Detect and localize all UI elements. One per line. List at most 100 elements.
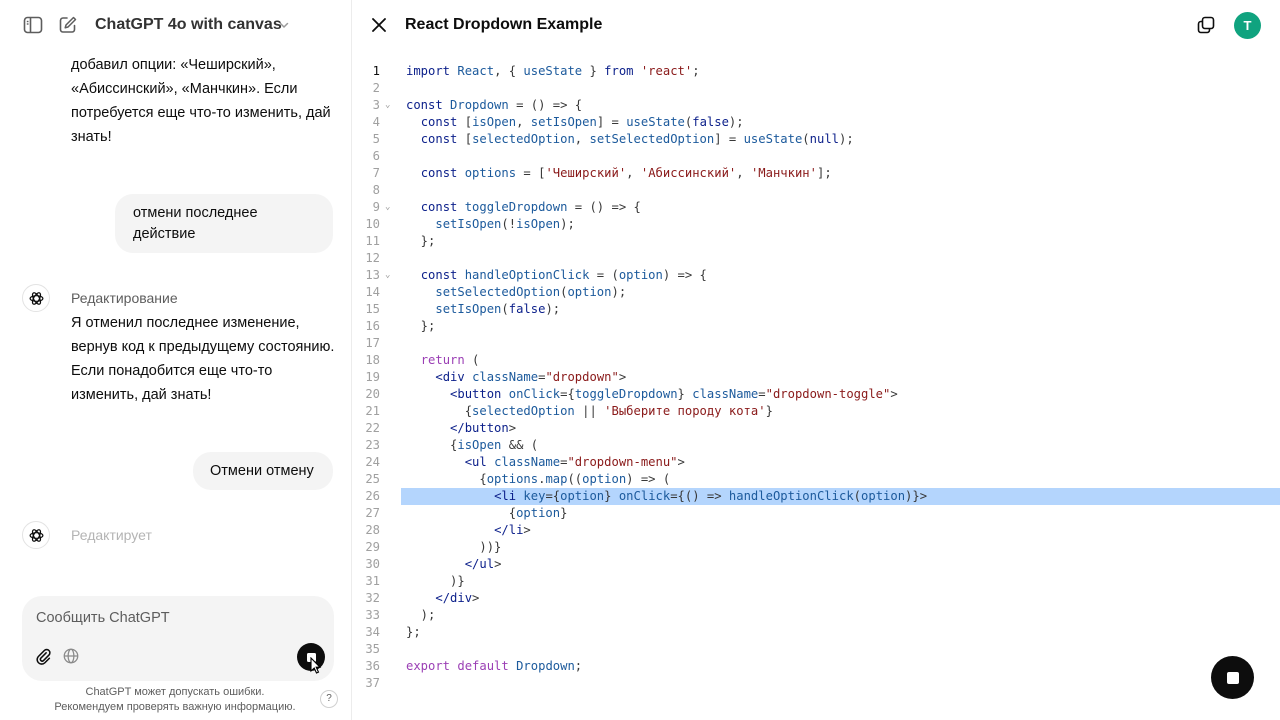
code-text: {selectedOption || 'Выберите породу кота… xyxy=(406,404,773,418)
openai-logo-icon xyxy=(22,284,50,312)
code-line[interactable]: 24 <ul className="dropdown-menu"> xyxy=(352,454,1280,471)
code-line[interactable]: 26 <li key={option} onClick={() => handl… xyxy=(352,488,1280,505)
line-number: 34 xyxy=(365,625,380,639)
fold-chevron-icon[interactable]: ⌄ xyxy=(385,97,395,114)
line-number: 30 xyxy=(365,557,380,571)
code-line[interactable]: 36 export default Dropdown; xyxy=(352,658,1280,675)
code-text: import React, { useState } from 'react'; xyxy=(406,64,700,78)
copy-icon[interactable] xyxy=(1196,15,1216,35)
code-text: setIsOpen(false); xyxy=(435,302,561,316)
canvas-panel: React Dropdown Example T 1 import React, … xyxy=(352,0,1280,720)
code-line[interactable]: 8 xyxy=(352,182,1280,199)
avatar[interactable]: T xyxy=(1234,12,1261,39)
code-line[interactable]: 10 setIsOpen(!isOpen); xyxy=(352,216,1280,233)
chat-header: ChatGPT 4o with canvas xyxy=(0,0,352,50)
code-line[interactable]: 37 xyxy=(352,675,1280,692)
code-text: {options.map((option) => ( xyxy=(406,472,671,486)
editing-status-label[interactable]: Редактирование xyxy=(71,290,178,306)
code-line[interactable]: 20 <button onClick={toggleDropdown} clas… xyxy=(352,386,1280,403)
code-line[interactable]: 2 xyxy=(352,80,1280,97)
code-text: const options = ['Чеширский', 'Абиссинск… xyxy=(420,166,832,180)
line-number: 11 xyxy=(365,234,380,248)
code-text: </ul> xyxy=(464,557,502,571)
code-text: <button onClick={toggleDropdown} classNa… xyxy=(450,387,898,401)
line-number: 4 xyxy=(372,115,380,129)
line-number: 19 xyxy=(365,370,380,384)
line-number: 2 xyxy=(372,81,380,95)
code-line[interactable]: 21 {selectedOption || 'Выберите породу к… xyxy=(352,403,1280,420)
code-line[interactable]: 35 xyxy=(352,641,1280,658)
line-number: 8 xyxy=(372,183,380,197)
code-line[interactable]: 5 const [selectedOption, setSelectedOpti… xyxy=(352,131,1280,148)
code-line[interactable]: 31 )} xyxy=(352,573,1280,590)
code-line[interactable]: 17 xyxy=(352,335,1280,352)
new-chat-icon[interactable] xyxy=(57,14,79,36)
code-text: setSelectedOption(option); xyxy=(435,285,627,299)
line-number: 7 xyxy=(372,166,380,180)
user-message: отмени последнее действие xyxy=(115,194,333,253)
user-message: Отмени отмену xyxy=(193,452,333,490)
code-line[interactable]: 16 }; xyxy=(352,318,1280,335)
model-selector[interactable]: ChatGPT 4o with canvas xyxy=(95,16,282,34)
openai-logo-icon xyxy=(22,521,50,549)
code-text: <li key={option} onClick={() => handleOp… xyxy=(494,489,928,503)
code-line[interactable]: 9 ⌄ const toggleDropdown = () => { xyxy=(352,199,1280,216)
line-number: 9 xyxy=(372,200,380,214)
mouse-cursor-icon xyxy=(310,657,322,674)
disclaimer-text: ChatGPT может допускать ошибки. Рекоменд… xyxy=(54,686,296,713)
code-text: export default Dropdown; xyxy=(406,659,583,673)
stop-button[interactable] xyxy=(1211,656,1254,699)
code-line[interactable]: 6 xyxy=(352,148,1280,165)
code-line[interactable]: 14 setSelectedOption(option); xyxy=(352,284,1280,301)
paperclip-icon[interactable] xyxy=(32,645,54,667)
chevron-down-icon[interactable] xyxy=(278,19,290,31)
message-input[interactable] xyxy=(36,610,316,626)
code-line[interactable]: 34}; xyxy=(352,624,1280,641)
code-line[interactable]: 13 ⌄ const handleOptionClick = (option) =… xyxy=(352,267,1280,284)
code-line[interactable]: 11 }; xyxy=(352,233,1280,250)
code-line[interactable]: 7 const options = ['Чеширский', 'Абиссин… xyxy=(352,165,1280,182)
code-text: const [isOpen, setIsOpen] = useState(fal… xyxy=(420,115,744,129)
line-number: 25 xyxy=(365,472,380,486)
line-number: 35 xyxy=(365,642,380,656)
message-composer[interactable] xyxy=(22,596,334,681)
help-button[interactable]: ? xyxy=(320,690,338,708)
code-line[interactable]: 25 {options.map((option) => ( xyxy=(352,471,1280,488)
globe-icon[interactable] xyxy=(60,645,82,667)
fold-chevron-icon[interactable]: ⌄ xyxy=(385,267,395,284)
line-number: 36 xyxy=(365,659,380,673)
code-text: const Dropdown = () => { xyxy=(406,98,583,112)
code-line[interactable]: 33 ); xyxy=(352,607,1280,624)
code-text: ))} xyxy=(406,540,502,554)
code-line[interactable]: 1 import React, { useState } from 'react'… xyxy=(352,63,1280,80)
editing-status-label: Редактирует xyxy=(71,527,152,543)
line-number: 31 xyxy=(365,574,380,588)
code-line[interactable]: 30 </ul> xyxy=(352,556,1280,573)
line-number: 16 xyxy=(365,319,380,333)
code-text: <div className="dropdown"> xyxy=(435,370,627,384)
code-line[interactable]: 18 return ( xyxy=(352,352,1280,369)
code-line[interactable]: 23 {isOpen && ( xyxy=(352,437,1280,454)
code-editor[interactable]: 1 import React, { useState } from 'react'… xyxy=(352,63,1280,692)
code-text: </div> xyxy=(435,591,480,605)
line-number: 12 xyxy=(365,251,380,265)
code-line[interactable]: 15 setIsOpen(false); xyxy=(352,301,1280,318)
code-text: const toggleDropdown = () => { xyxy=(420,200,641,214)
code-line[interactable]: 4 const [isOpen, setIsOpen] = useState(f… xyxy=(352,114,1280,131)
code-line[interactable]: 3 ⌄ const Dropdown = () => { xyxy=(352,97,1280,114)
code-text: <ul className="dropdown-menu"> xyxy=(464,455,685,469)
code-line[interactable]: 27 {option} xyxy=(352,505,1280,522)
code-line[interactable]: 19 <div className="dropdown"> xyxy=(352,369,1280,386)
line-number: 26 xyxy=(365,489,380,503)
line-number: 14 xyxy=(365,285,380,299)
code-line[interactable]: 12 xyxy=(352,250,1280,267)
close-icon[interactable] xyxy=(370,16,388,34)
fold-chevron-icon[interactable]: ⌄ xyxy=(385,199,395,216)
code-line[interactable]: 28 </li> xyxy=(352,522,1280,539)
sidebar-toggle-icon[interactable] xyxy=(22,14,44,36)
code-line[interactable]: 22 </button> xyxy=(352,420,1280,437)
line-number: 22 xyxy=(365,421,380,435)
code-line[interactable]: 29 ))} xyxy=(352,539,1280,556)
code-text: const [selectedOption, setSelectedOption… xyxy=(420,132,854,146)
code-line[interactable]: 32 </div> xyxy=(352,590,1280,607)
